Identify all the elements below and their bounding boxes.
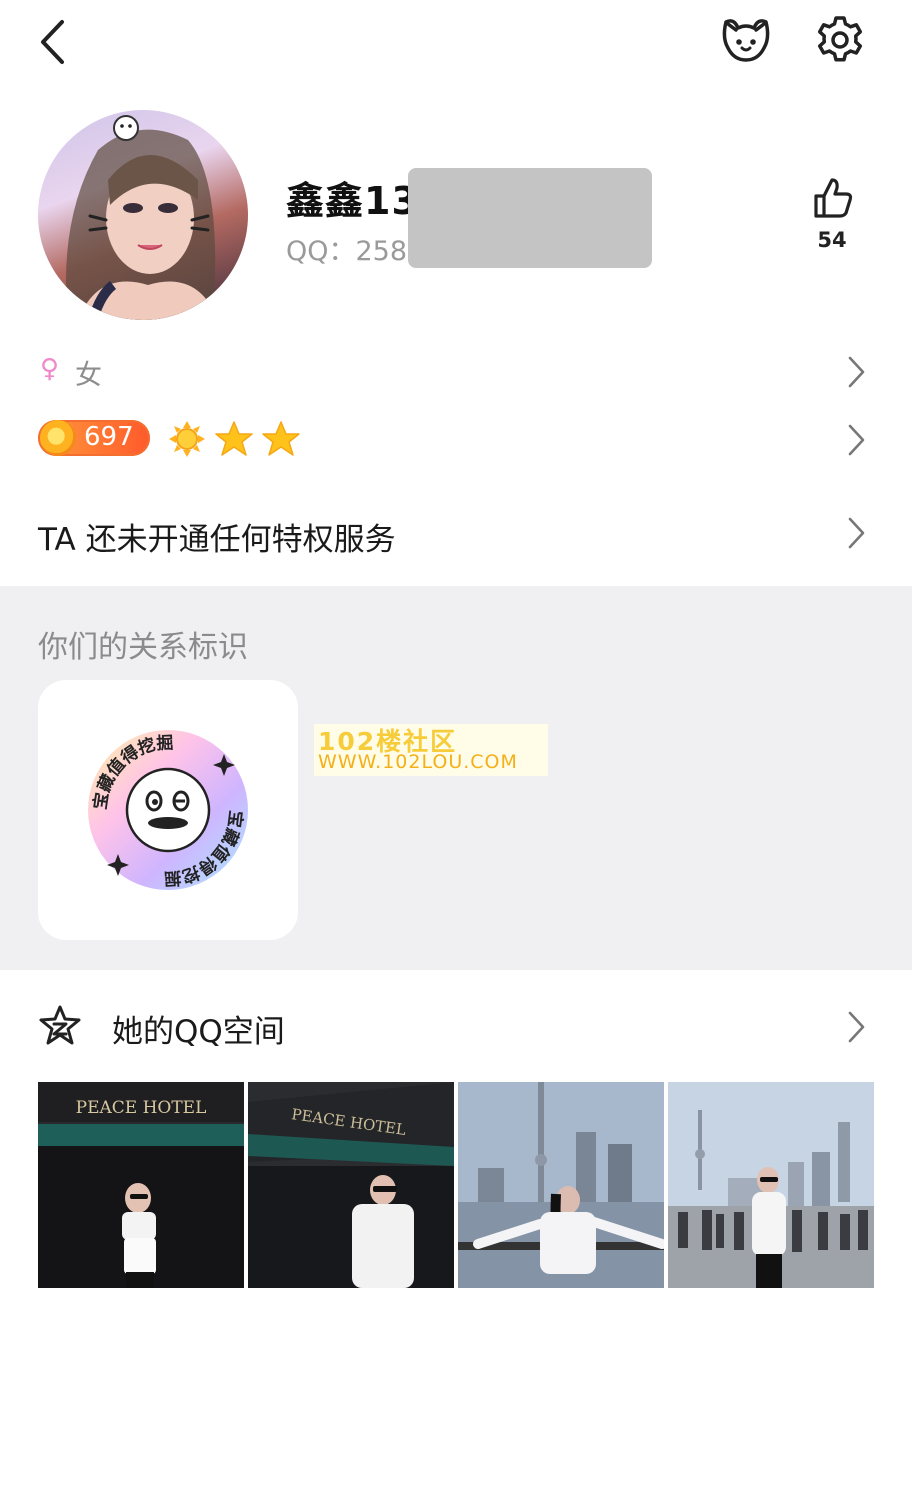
star-icon	[215, 421, 253, 456]
chevron-right-icon	[848, 356, 865, 388]
sun-icon	[169, 421, 205, 457]
chevron-right-icon	[848, 424, 865, 456]
qzone-photo[interactable]: PEACE HOTEL	[248, 1082, 454, 1288]
qzone-photo[interactable]: PEACE HOTEL	[38, 1082, 244, 1288]
chevron-right-icon	[848, 1011, 865, 1043]
back-button[interactable]	[30, 14, 80, 70]
gear-icon	[817, 16, 863, 62]
relation-badge-icon: 宝藏值得挖掘 宝藏值得挖掘	[88, 730, 248, 890]
settings-button[interactable]	[814, 14, 866, 66]
qzone-title: 她的QQ空间	[112, 1014, 285, 1050]
watermark: 102楼社区 WWW.102LOU.COM	[314, 724, 548, 776]
gender-label: 女	[75, 360, 102, 391]
privilege-text: TA 还未开通任何特权服务	[38, 522, 396, 558]
hotel-sign: PEACE HOTEL	[76, 1098, 207, 1118]
like-count: 54	[817, 228, 847, 252]
cat-face-icon[interactable]	[720, 14, 772, 66]
level-value: 697	[84, 422, 134, 452]
avatar[interactable]	[38, 110, 248, 320]
coin-icon	[40, 420, 76, 456]
qzone-row[interactable]: 她的QQ空间	[0, 996, 912, 1060]
gender-row[interactable]: ♀ 女	[0, 340, 912, 404]
qzone-photo[interactable]	[458, 1082, 664, 1288]
female-icon: ♀	[40, 354, 60, 384]
chevron-right-icon	[848, 517, 865, 549]
section-title: 你们的关系标识	[38, 630, 248, 665]
star-icon	[262, 421, 300, 456]
thumbs-up-icon	[814, 178, 853, 218]
relation-badge-card[interactable]: 宝藏值得挖掘 宝藏值得挖掘	[38, 680, 298, 940]
qq-number: QQ：258	[286, 236, 408, 267]
qzone-photo[interactable]	[668, 1082, 874, 1288]
relation-section: 你们的关系标识 宝藏值得挖掘 宝藏值得挖掘 102楼社区 WWW.102LOU.…	[0, 586, 912, 970]
privilege-row[interactable]: TA 还未开通任何特权服务	[0, 500, 912, 570]
qzone-star-icon	[39, 1005, 81, 1045]
like-button[interactable]: 54	[806, 176, 858, 262]
level-row[interactable]: 697	[0, 412, 912, 472]
redaction-block	[408, 168, 652, 268]
level-badge: 697	[38, 420, 150, 456]
watermark-url: WWW.102LOU.COM	[318, 751, 518, 773]
chevron-left-icon	[41, 20, 64, 64]
